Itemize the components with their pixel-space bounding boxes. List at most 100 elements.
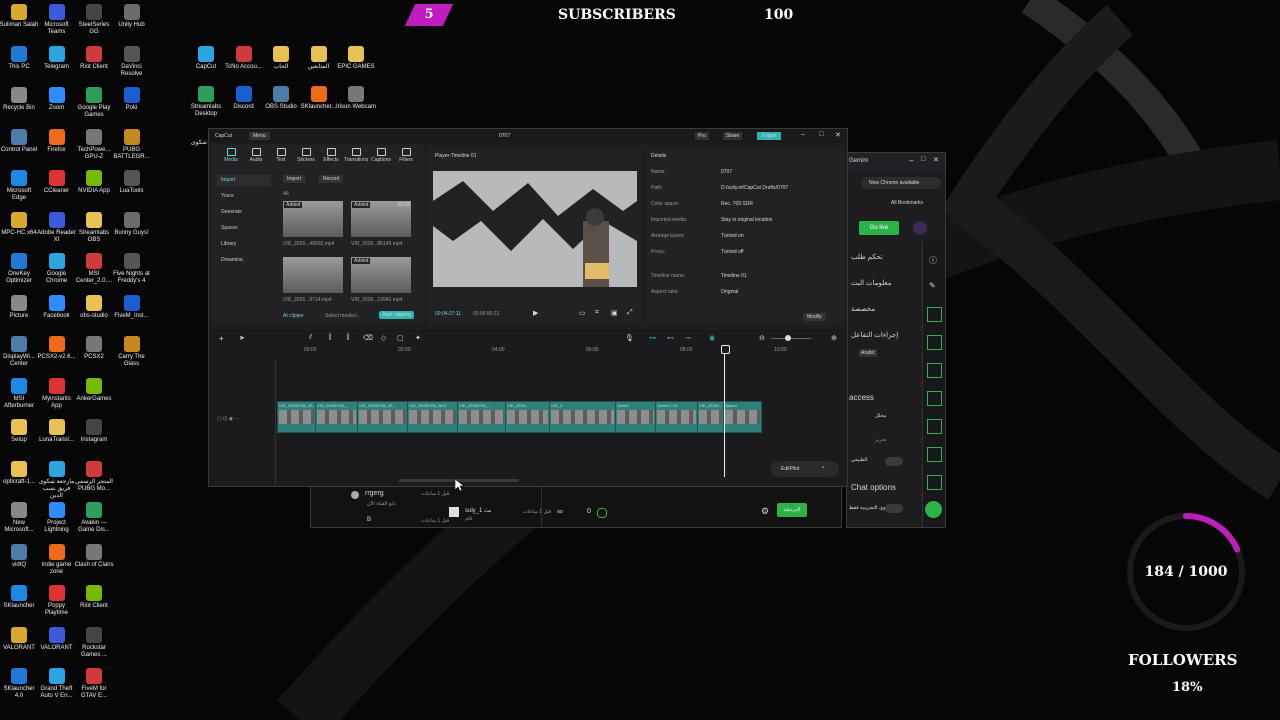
desktop-icon[interactable]: Riot Client [74,585,114,610]
export-button[interactable]: Export [757,132,782,140]
desktop-icon[interactable]: Riot Client [74,45,114,71]
maximize-icon[interactable]: □ [819,131,823,138]
pencil-icon[interactable]: ✎ [929,281,936,290]
desktop-icon[interactable]: Facebook [37,294,77,320]
video-clip[interactable]: Speed [615,401,656,433]
toolbar-tab-captions[interactable]: Captions [369,148,393,163]
desktop-icon[interactable]: TcNo Accou... [224,46,264,71]
desktop-icon[interactable]: Firefox [37,128,77,154]
delete-icon[interactable]: ⌫ [363,334,373,342]
desktop-icon[interactable]: Project Lightning [37,502,77,534]
video-clip[interactable]: VID_20260706_00... [357,401,408,433]
minimize-icon[interactable]: – [801,131,805,138]
desktop-icon[interactable]: Google Play Games [74,87,114,119]
desktop-icon[interactable]: Recycle Bin [0,87,39,112]
broadcast-icon[interactable] [927,419,942,434]
stream-setting-item[interactable]: إجراءات التفاعل [851,331,898,339]
desktop-icon[interactable]: Control Panel [0,128,39,154]
stream-setting-item[interactable]: معلومات البث [851,279,892,287]
desktop-icon[interactable]: SKlauncher [0,585,39,610]
modify-button[interactable]: Modify [803,313,826,321]
tool-icon[interactable] [927,335,942,350]
video-clip[interactable]: VID_20260... [697,401,724,433]
maximize-icon[interactable]: □ [921,156,925,163]
desktop-icon[interactable]: Bunny Guys! [112,211,152,237]
preview-axis-icon[interactable]: ⊸ [685,334,691,342]
desktop-icon[interactable]: LunaTransl... [37,419,77,444]
side-menu-item[interactable]: Generate [217,207,271,218]
record-button[interactable]: Record [319,175,344,183]
add-track-icon[interactable]: + [219,334,224,343]
side-menu-item[interactable]: Dreamina [217,255,271,266]
desktop-icon[interactable]: Myinstants App [37,377,77,410]
video-clip[interactable]: VID_20260706_... [315,401,358,433]
desktop-icon[interactable]: Instagram [74,419,114,444]
zoom-in-icon[interactable]: ⊕ [831,334,837,342]
desktop-icon[interactable]: Microsoft Edge [0,170,39,202]
zoom-slider[interactable] [771,338,811,339]
playhead-handle[interactable] [721,345,730,354]
desktop-icon[interactable]: PCSX2 [74,336,114,361]
desktop-icon[interactable]: MSI Afterburner [0,377,39,410]
zoom-out-icon[interactable]: ⊖ [759,334,765,342]
side-menu-item[interactable]: Spaces [217,223,271,234]
toolbar-tab-stickers[interactable]: Stickers [294,148,318,163]
desktop-icon[interactable]: CapCut [186,46,226,71]
toolbar-tab-text[interactable]: Text [269,148,293,163]
lock-icon[interactable]: ▢ ⊡ ◉ ⋯ [217,416,239,422]
desktop-icon[interactable]: CCleaner [37,170,77,195]
pro-button[interactable]: Pro [695,132,709,140]
desktop-icon[interactable]: Picture [0,294,39,320]
desktop-icon[interactable]: Streamlabs Desktop [186,86,226,118]
toolbar-tab-transitions[interactable]: Transitions [344,148,368,163]
split-icon[interactable]: ⫽ [309,334,312,342]
gear-icon[interactable]: ⚙ [761,506,769,517]
video-clip[interactable]: Speed 1.0X [655,401,698,433]
video-clip[interactable]: Speed [723,401,762,433]
snapshot-icon[interactable]: ▣ [611,309,618,317]
link-icon[interactable]: ⊶ [649,334,656,342]
ratio-icon[interactable]: ▭ [579,309,586,317]
play-icon[interactable]: ▶ [533,309,538,317]
desktop-icon[interactable]: Avakin — Game Dis... [74,502,114,534]
link-icon[interactable]: ∞ [557,507,563,516]
tool-icon[interactable] [927,307,942,322]
toolbar-tab-filters[interactable]: Filters [394,148,418,163]
side-menu-item[interactable]: Yours [217,191,271,202]
desktop-icon[interactable]: NVIDIA App [74,170,114,195]
video-clip[interactable]: VID_20260706_00... [277,401,316,433]
desktop-icon[interactable]: DaVinci Resolve [112,45,152,78]
video-clip[interactable]: VID_20260706_... [457,401,506,433]
desktop-icon[interactable]: TechPowe... GPU-Z [74,128,114,161]
desktop-icon[interactable]: DisplayWi... Center [0,336,39,368]
desktop-icon[interactable]: MSI Center_2.0.... [74,253,114,285]
zoom-slider-handle[interactable] [785,335,791,341]
desktop-icon[interactable]: AnkerGames [74,377,114,403]
desktop-icon[interactable]: المتابعين [299,46,339,71]
select-tool-icon[interactable]: ➤ [239,334,245,342]
close-icon[interactable]: ✕ [835,131,841,139]
minimize-icon[interactable]: – [909,156,913,165]
desktop-icon[interactable]: This PC [0,45,39,71]
split-left-icon[interactable]: ⫿ [329,334,331,342]
tool-icon[interactable] [927,363,942,378]
desktop-icon[interactable]: OneKey Optimizer [0,253,39,285]
desktop-icon[interactable]: Five Nights at Freddy's 4 [112,253,152,285]
marker-icon[interactable]: ◇ [381,334,386,342]
video-clip[interactable]: VID_20260706_2801 [407,401,458,433]
info-icon[interactable]: ⓘ [929,255,937,266]
desktop-icon[interactable]: Grand Theft Auto V En... [37,668,77,700]
video-clip[interactable]: VID_2... [549,401,616,433]
desktop-icon[interactable]: vidIQ [0,543,39,569]
ai-clipper-button[interactable]: AI clipper [283,313,304,319]
desktop-icon[interactable]: Carry The Glass [112,336,152,368]
side-menu-item[interactable]: Library [217,239,271,250]
desktop-icon[interactable]: Discord [224,86,264,111]
media-item[interactable]: Added VID_2026...19942.mp4 [351,257,411,305]
desktop-icon[interactable]: OBS Studio [261,86,301,111]
desktop-icon[interactable]: SteelSeries GG [74,4,114,36]
crop-icon[interactable]: ▢ [397,334,404,342]
desktop-icon[interactable]: VALORANT [37,626,77,652]
side-menu-item[interactable]: Import [217,175,271,186]
desktop-icon[interactable]: المتجر الرسمي PUBG Mo... [74,460,114,493]
